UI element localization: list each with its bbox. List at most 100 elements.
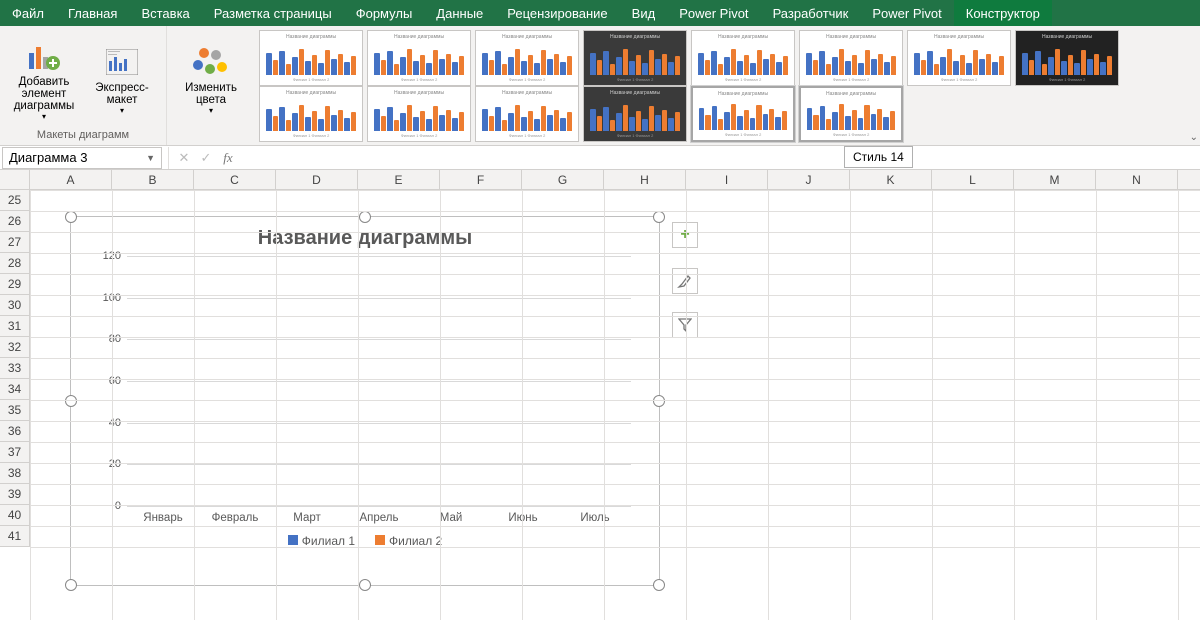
chart-style-thumb[interactable]: Название диаграммыФилиал 1 Филиал 2 bbox=[907, 30, 1011, 86]
chart-style-thumb[interactable]: Название диаграммыФилиал 1 Филиал 2 bbox=[475, 30, 579, 86]
col-header[interactable]: C bbox=[194, 170, 276, 189]
resize-handle[interactable] bbox=[65, 211, 77, 223]
dropdown-icon[interactable]: ▼ bbox=[146, 153, 155, 163]
tab-вид[interactable]: Вид bbox=[620, 0, 668, 26]
chart-style-thumb[interactable]: Название диаграммыФилиал 1 Филиал 2 bbox=[259, 86, 363, 142]
color-dots-icon bbox=[191, 44, 231, 80]
cancel-formula-button[interactable]: ✕ bbox=[173, 147, 195, 169]
tab-рецензирование[interactable]: Рецензирование bbox=[495, 0, 619, 26]
resize-handle[interactable] bbox=[653, 395, 665, 407]
chart-x-labels: ЯнварьФевральМартАпрельМайИюньИюль bbox=[127, 512, 631, 524]
row-header[interactable]: 30 bbox=[0, 295, 30, 316]
caret-down-icon: ▾ bbox=[120, 106, 124, 115]
row-header[interactable]: 41 bbox=[0, 526, 30, 547]
embedded-chart[interactable]: Название диаграммы 020406080100120 Январ… bbox=[70, 216, 660, 586]
column-headers: ABCDEFGHIJKLMN bbox=[30, 170, 1200, 190]
col-header[interactable]: J bbox=[768, 170, 850, 189]
resize-handle[interactable] bbox=[65, 395, 77, 407]
col-header[interactable]: N bbox=[1096, 170, 1178, 189]
chart-style-thumb[interactable]: Название диаграммыФилиал 1 Филиал 2 bbox=[583, 86, 687, 142]
chart-plus-button[interactable]: + bbox=[672, 222, 698, 248]
chart-style-thumb[interactable]: Название диаграммыФилиал 1 Филиал 2 bbox=[1015, 30, 1119, 86]
chart-style-thumb[interactable]: Название диаграммыФилиал 1 Филиал 2 bbox=[367, 30, 471, 86]
col-header[interactable]: B bbox=[112, 170, 194, 189]
col-header[interactable]: M bbox=[1014, 170, 1096, 189]
tab-формулы[interactable]: Формулы bbox=[344, 0, 425, 26]
x-label: Январь bbox=[127, 512, 199, 524]
col-header[interactable]: I bbox=[686, 170, 768, 189]
bar-chart-plus-icon bbox=[24, 38, 64, 74]
chart-style-thumb[interactable]: Название диаграммыФилиал 1 Филиал 2 bbox=[691, 30, 795, 86]
tab-разметка-страницы[interactable]: Разметка страницы bbox=[202, 0, 344, 26]
row-header[interactable]: 27 bbox=[0, 232, 30, 253]
tab-power-pivot[interactable]: Power Pivot bbox=[860, 0, 953, 26]
row-header[interactable]: 28 bbox=[0, 253, 30, 274]
col-header[interactable]: H bbox=[604, 170, 686, 189]
chart-style-thumb[interactable]: Название диаграммыФилиал 1 Филиал 2 bbox=[691, 86, 795, 142]
resize-handle[interactable] bbox=[359, 211, 371, 223]
gallery-more-icon[interactable]: ⌄ bbox=[1190, 132, 1198, 143]
change-colors-label: Изменить цвета bbox=[177, 82, 245, 106]
quick-layout-button[interactable]: Экспресс-макет ▾ bbox=[86, 40, 158, 119]
name-box[interactable]: Диаграмма 3 ▼ bbox=[2, 147, 162, 169]
col-header[interactable]: L bbox=[932, 170, 1014, 189]
chart-style-thumb[interactable]: Название диаграммыФилиал 1 Филиал 2 bbox=[475, 86, 579, 142]
row-header[interactable]: 35 bbox=[0, 400, 30, 421]
resize-handle[interactable] bbox=[65, 579, 77, 591]
row-header[interactable]: 26 bbox=[0, 211, 30, 232]
chart-style-thumb[interactable]: Название диаграммыФилиал 1 Филиал 2 bbox=[799, 30, 903, 86]
chart-style-thumb[interactable]: Название диаграммыФилиал 1 Филиал 2 bbox=[799, 86, 903, 142]
col-header[interactable]: F bbox=[440, 170, 522, 189]
style-tooltip: Стиль 14 bbox=[844, 146, 913, 168]
legend-item[interactable]: Филиал 1 bbox=[288, 534, 355, 548]
x-label: Июль bbox=[559, 512, 631, 524]
chart-title[interactable]: Название диаграммы bbox=[71, 227, 659, 250]
add-chart-element-button[interactable]: Добавить элемент диаграммы ▾ bbox=[8, 34, 80, 125]
x-label: Май bbox=[415, 512, 487, 524]
chart-plot-area[interactable]: 020406080100120 bbox=[127, 256, 631, 506]
chart-legend[interactable]: Филиал 1 Филиал 2 bbox=[71, 534, 659, 548]
worksheet: ABCDEFGHIJKLMN 2526272829303132333435363… bbox=[0, 170, 1200, 620]
change-colors-button[interactable]: Изменить цвета ▾ bbox=[175, 40, 247, 119]
row-header[interactable]: 36 bbox=[0, 421, 30, 442]
tab-power-pivot[interactable]: Power Pivot bbox=[667, 0, 760, 26]
row-header[interactable]: 37 bbox=[0, 442, 30, 463]
col-header[interactable]: K bbox=[850, 170, 932, 189]
tab-конструктор[interactable]: Конструктор bbox=[954, 0, 1052, 26]
row-header[interactable]: 32 bbox=[0, 337, 30, 358]
tab-разработчик[interactable]: Разработчик bbox=[761, 0, 861, 26]
col-header[interactable]: G bbox=[522, 170, 604, 189]
chart-style-thumb[interactable]: Название диаграммыФилиал 1 Филиал 2 bbox=[583, 30, 687, 86]
row-header[interactable]: 29 bbox=[0, 274, 30, 295]
resize-handle[interactable] bbox=[359, 579, 371, 591]
resize-handle[interactable] bbox=[653, 579, 665, 591]
row-header[interactable]: 33 bbox=[0, 358, 30, 379]
row-header[interactable]: 39 bbox=[0, 484, 30, 505]
tab-вставка[interactable]: Вставка bbox=[129, 0, 201, 26]
chart-style-thumb[interactable]: Название диаграммыФилиал 1 Филиал 2 bbox=[367, 86, 471, 142]
tab-данные[interactable]: Данные bbox=[424, 0, 495, 26]
row-header[interactable]: 31 bbox=[0, 316, 30, 337]
accept-formula-button[interactable]: ✓ bbox=[195, 147, 217, 169]
row-headers: 2526272829303132333435363738394041 bbox=[0, 190, 30, 547]
col-header[interactable]: D bbox=[276, 170, 358, 189]
chart-brush-button[interactable] bbox=[672, 268, 698, 294]
x-label: Март bbox=[271, 512, 343, 524]
tab-файл[interactable]: Файл bbox=[0, 0, 56, 26]
row-header[interactable]: 38 bbox=[0, 463, 30, 484]
col-header[interactable]: E bbox=[358, 170, 440, 189]
cells-area[interactable]: Название диаграммы 020406080100120 Январ… bbox=[30, 190, 1200, 620]
row-header[interactable]: 34 bbox=[0, 379, 30, 400]
col-header[interactable]: A bbox=[30, 170, 112, 189]
resize-handle[interactable] bbox=[653, 211, 665, 223]
formula-bar[interactable] bbox=[239, 147, 1200, 169]
y-tick: 20 bbox=[87, 458, 127, 470]
fx-button[interactable]: fx bbox=[217, 147, 239, 169]
legend-item[interactable]: Филиал 2 bbox=[375, 534, 442, 548]
tab-главная[interactable]: Главная bbox=[56, 0, 129, 26]
select-all-corner[interactable] bbox=[0, 170, 30, 190]
row-header[interactable]: 40 bbox=[0, 505, 30, 526]
row-header[interactable]: 25 bbox=[0, 190, 30, 211]
chart-style-thumb[interactable]: Название диаграммыФилиал 1 Филиал 2 bbox=[259, 30, 363, 86]
caret-down-icon: ▾ bbox=[209, 106, 213, 115]
